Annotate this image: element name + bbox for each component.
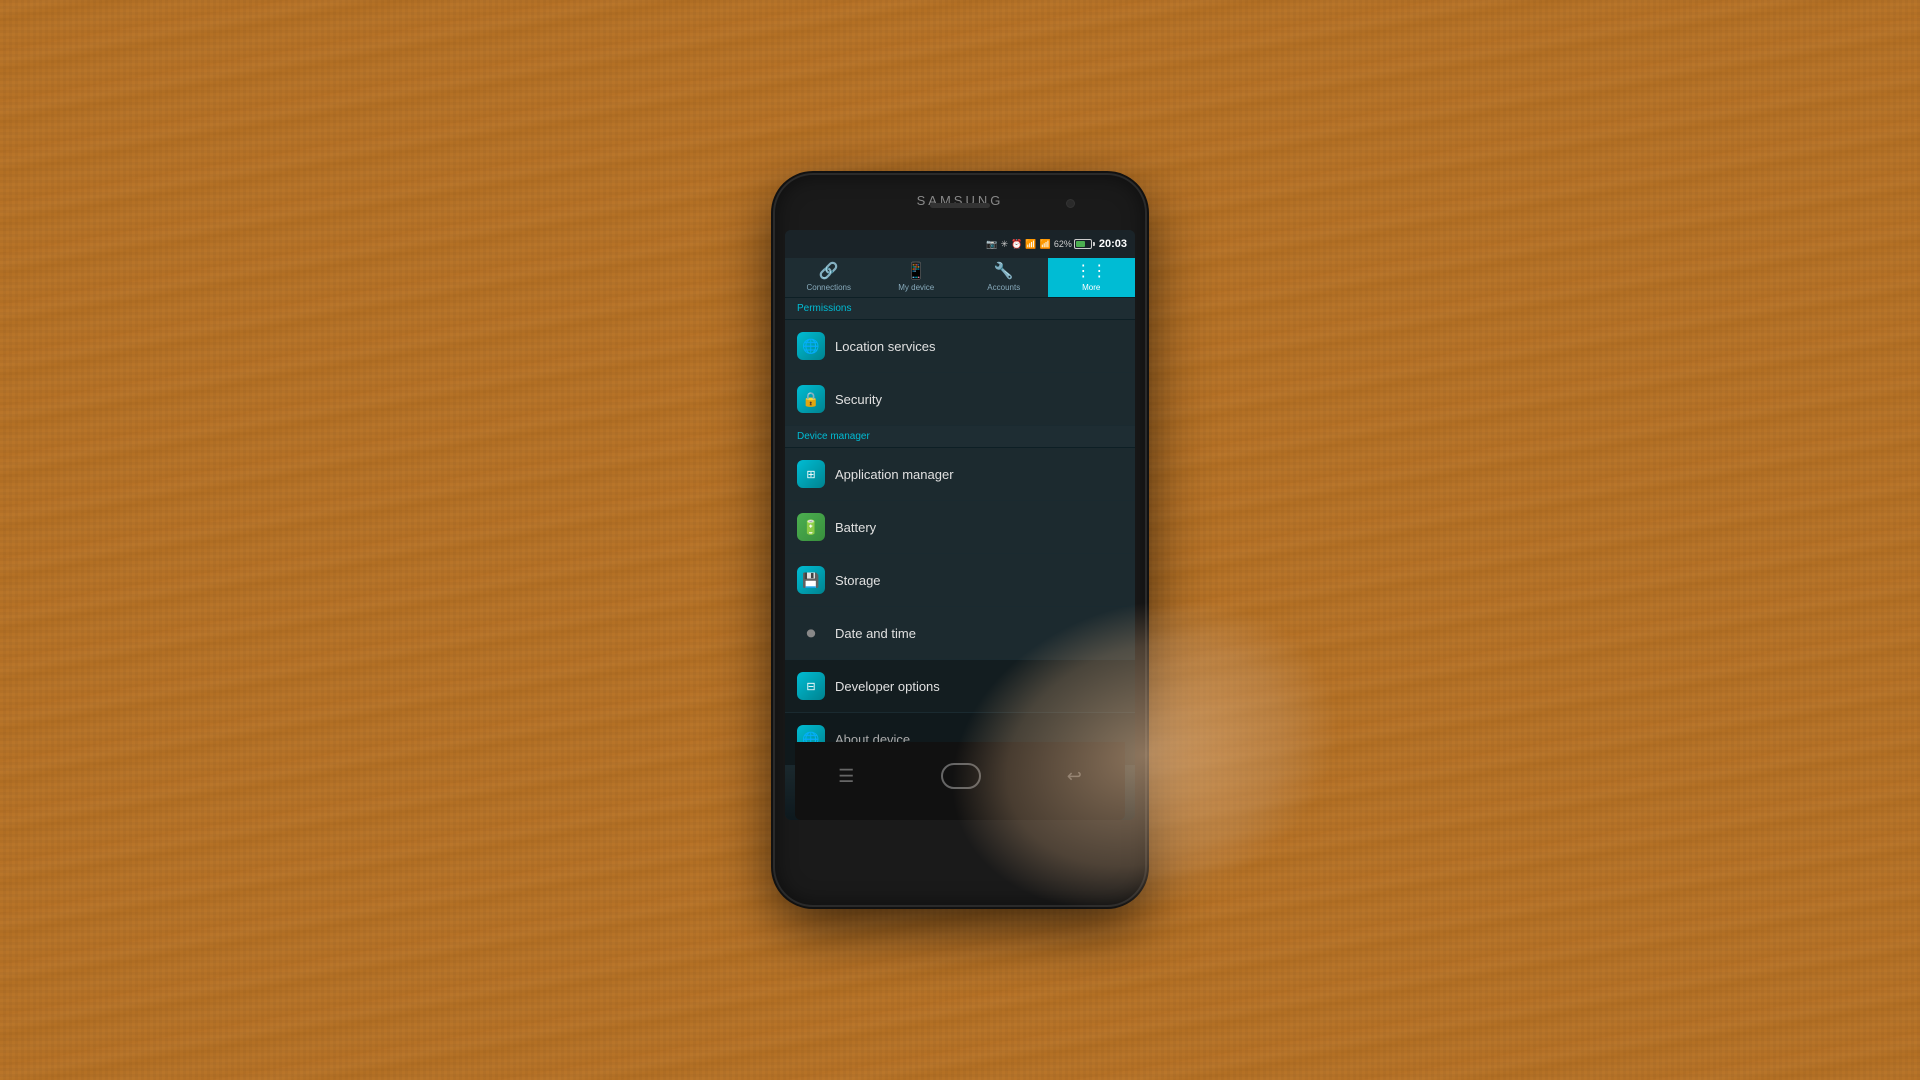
list-item-security[interactable]: 🔒 Security bbox=[785, 373, 1135, 426]
battery-label: Battery bbox=[835, 520, 876, 535]
developer-options-label: Developer options bbox=[835, 679, 940, 694]
tab-my-device-label: My device bbox=[898, 283, 934, 292]
tab-accounts[interactable]: 🔧 Accounts bbox=[960, 258, 1048, 297]
storage-label: Storage bbox=[835, 573, 881, 588]
tab-connections-label: Connections bbox=[807, 283, 851, 292]
back-icon: ↩ bbox=[1067, 766, 1082, 787]
more-icon: ⋮⋮ bbox=[1075, 264, 1107, 280]
security-icon: 🔒 bbox=[797, 385, 825, 413]
list-item-storage[interactable]: 💾 Storage bbox=[785, 554, 1135, 607]
menu-icon: ☰ bbox=[838, 766, 854, 787]
security-label: Security bbox=[835, 392, 882, 407]
screen: 📷 ✳ ⏰ 📶 📶 62% 20:03 🔗 Connections bbox=[785, 230, 1135, 820]
accounts-icon: 🔧 bbox=[994, 264, 1014, 280]
status-icons: 📷 ✳ ⏰ 📶 📶 62% 20:03 bbox=[986, 238, 1127, 250]
alarm-icon: ⏰ bbox=[1011, 239, 1022, 250]
application-manager-label: Application manager bbox=[835, 467, 954, 482]
battery-box bbox=[1074, 239, 1092, 249]
location-services-label: Location services bbox=[835, 339, 935, 354]
battery-icon: 🔋 bbox=[797, 513, 825, 541]
camera bbox=[1066, 199, 1075, 208]
wifi-icon: 📶 bbox=[1025, 239, 1036, 250]
tab-more[interactable]: ⋮⋮ More bbox=[1048, 258, 1136, 297]
battery-status: 62% bbox=[1054, 239, 1092, 249]
date-time-icon: ⏺ bbox=[797, 619, 825, 647]
battery-percent: 62% bbox=[1054, 239, 1072, 249]
tab-connections[interactable]: 🔗 Connections bbox=[785, 258, 873, 297]
status-time: 20:03 bbox=[1099, 238, 1127, 250]
bluetooth-icon: ✳ bbox=[1001, 239, 1009, 250]
my-device-icon: 📱 bbox=[906, 264, 926, 280]
phone: SAMSUNG 📷 ✳ ⏰ 📶 📶 62% 20:03 bbox=[775, 175, 1145, 905]
bottom-nav: ☰ ↩ bbox=[795, 742, 1125, 820]
developer-options-icon: ⊟ bbox=[797, 672, 825, 700]
application-manager-icon: ⊞ bbox=[797, 460, 825, 488]
menu-button[interactable]: ☰ bbox=[838, 766, 854, 787]
tab-my-device[interactable]: 📱 My device bbox=[873, 258, 961, 297]
tab-more-label: More bbox=[1082, 283, 1100, 292]
list-item-application-manager[interactable]: ⊞ Application manager bbox=[785, 448, 1135, 501]
list-item-date-and-time[interactable]: ⏺ Date and time bbox=[785, 607, 1135, 660]
permissions-header: Permissions bbox=[785, 298, 1135, 320]
location-services-icon: 🌐 bbox=[797, 332, 825, 360]
status-bar: 📷 ✳ ⏰ 📶 📶 62% 20:03 bbox=[785, 230, 1135, 258]
battery-fill bbox=[1076, 241, 1085, 247]
tab-bar: 🔗 Connections 📱 My device 🔧 Accounts ⋮⋮ … bbox=[785, 258, 1135, 298]
device-manager-header: Device manager bbox=[785, 426, 1135, 448]
connections-icon: 🔗 bbox=[819, 264, 839, 280]
date-time-label: Date and time bbox=[835, 626, 916, 641]
signal-icon: 📶 bbox=[1040, 239, 1051, 250]
speaker bbox=[930, 203, 990, 208]
screenshot-icon: 📷 bbox=[986, 239, 997, 250]
list-item-location-services[interactable]: 🌐 Location services bbox=[785, 320, 1135, 373]
back-button[interactable]: ↩ bbox=[1067, 766, 1082, 787]
home-button[interactable] bbox=[941, 763, 981, 789]
list-item-developer-options[interactable]: ⊟ Developer options bbox=[785, 660, 1135, 713]
list-item-battery[interactable]: 🔋 Battery bbox=[785, 501, 1135, 554]
storage-icon: 💾 bbox=[797, 566, 825, 594]
tab-accounts-label: Accounts bbox=[987, 283, 1020, 292]
